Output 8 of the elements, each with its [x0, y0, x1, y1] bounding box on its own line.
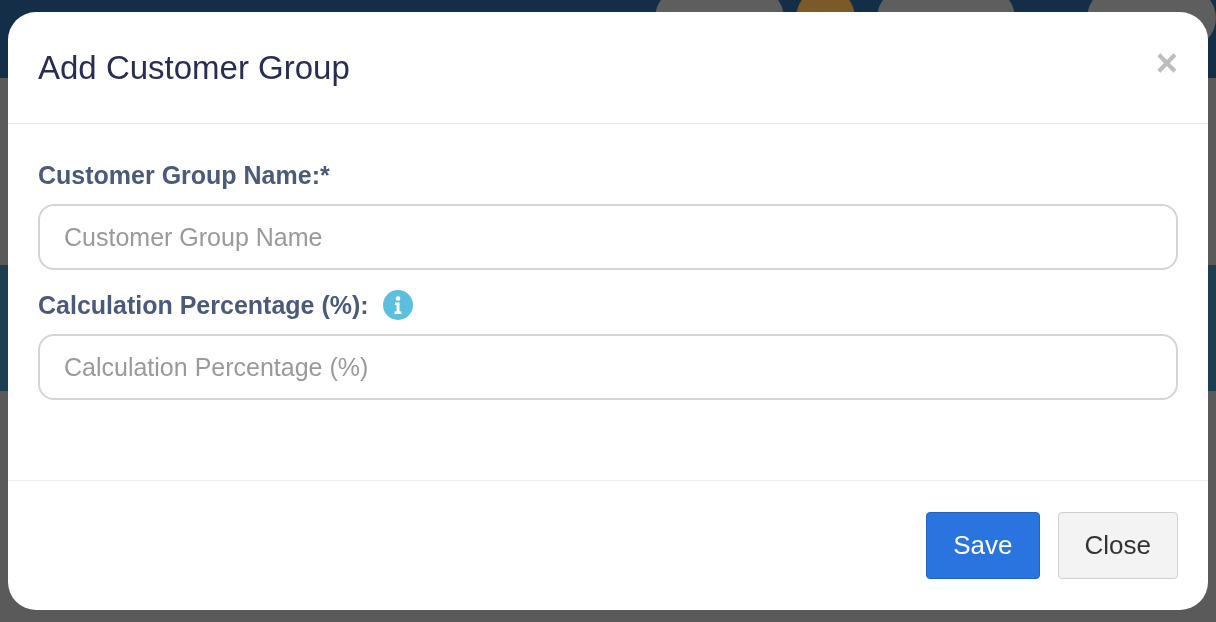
text-input[interactable]: Calculation Percentage (%)	[38, 334, 1178, 400]
dialog-title: Add Customer Group	[38, 48, 350, 87]
field-label: Customer Group Name:*	[38, 160, 330, 190]
field-label: Calculation Percentage (%):	[38, 290, 369, 320]
close-button[interactable]: Close	[1057, 512, 1178, 579]
save-button[interactable]: Save	[926, 512, 1040, 579]
text-input[interactable]: Customer Group Name	[38, 204, 1178, 270]
info-icon[interactable]	[382, 290, 413, 320]
